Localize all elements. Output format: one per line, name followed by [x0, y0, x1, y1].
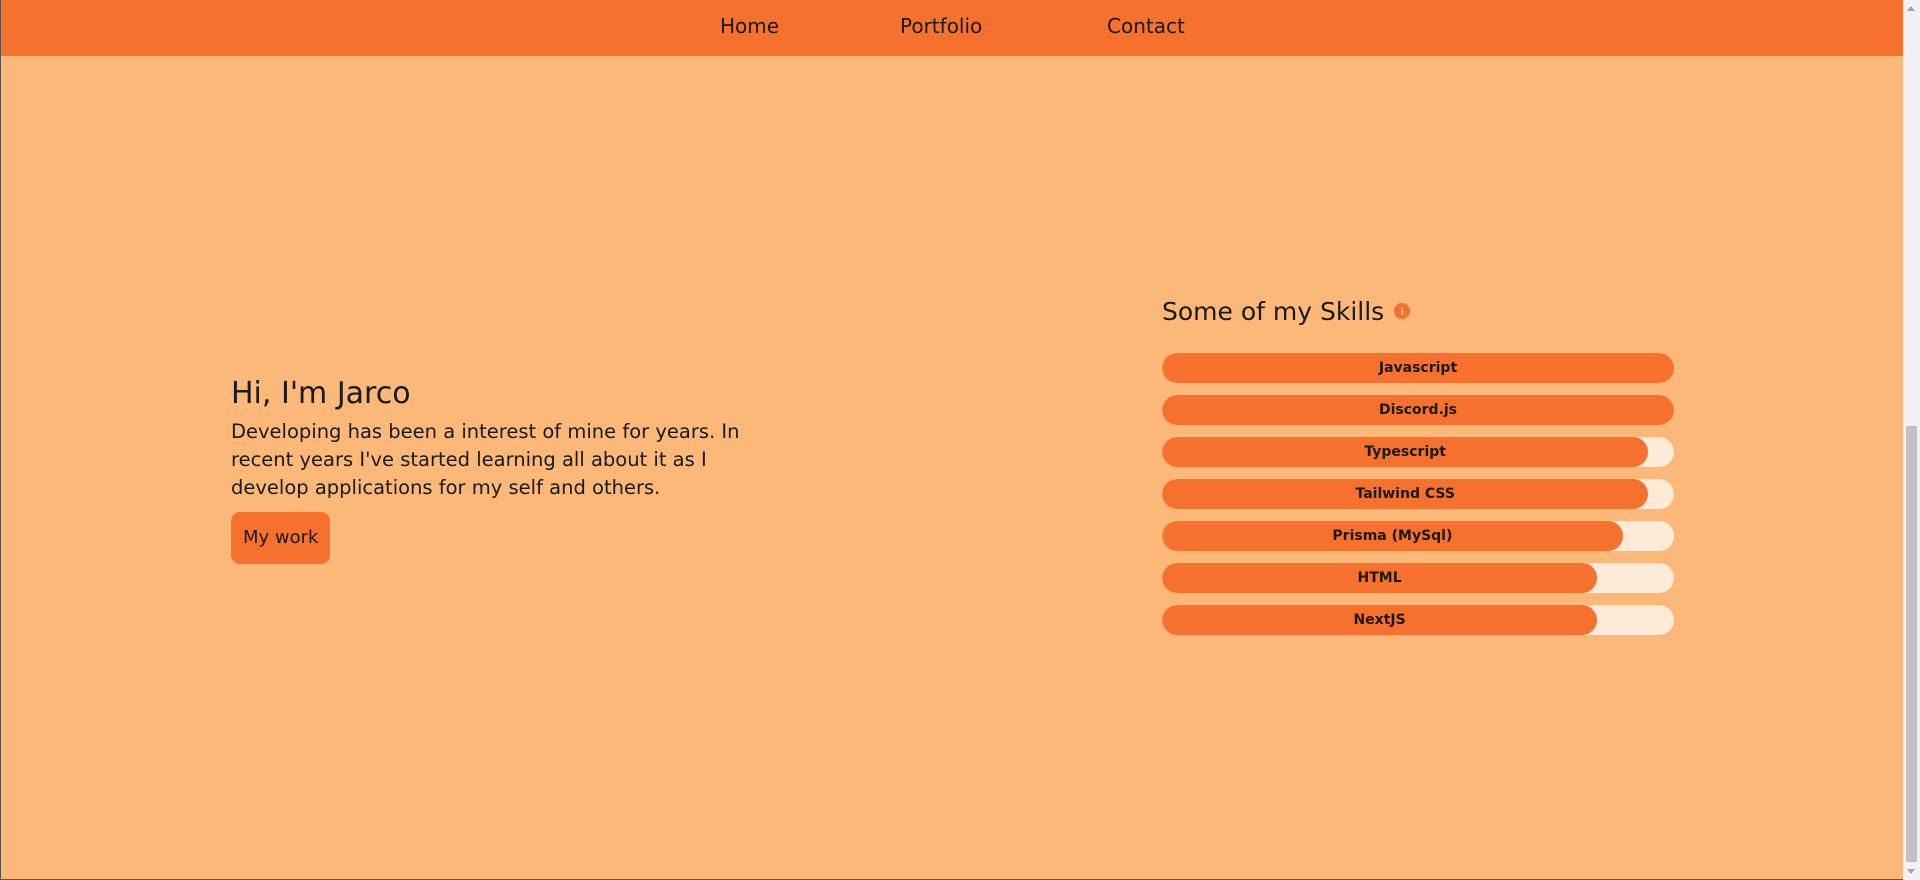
- nav-portfolio-link[interactable]: Portfolio: [900, 14, 982, 38]
- info-icon[interactable]: i: [1394, 303, 1411, 319]
- page: Home Portfolio Contact Hi, I'm Jarco Dev…: [0, 0, 1920, 880]
- skills-header: Some of my Skills i: [1162, 294, 1674, 328]
- hero-description: Developing has been a interest of mine f…: [231, 420, 740, 499]
- skill-bar: HTML: [1162, 563, 1674, 593]
- skill-label: Discord.js: [1378, 402, 1458, 418]
- nav-home-link[interactable]: Home: [720, 14, 779, 38]
- skill-label: Typescript: [1364, 444, 1446, 460]
- scrollbar-thumb[interactable]: [1906, 426, 1917, 862]
- top-navbar: Home Portfolio Contact: [1, 0, 1903, 56]
- hero-title: Hi, I'm Jarco: [231, 376, 411, 411]
- skill-bar-fill: Tailwind CSS: [1162, 479, 1649, 509]
- skill-bar-fill: Javascript: [1162, 353, 1674, 383]
- skill-bar: Prisma (MySql): [1162, 521, 1674, 551]
- skill-bar-fill: Typescript: [1162, 437, 1649, 467]
- skills-title: Some of my Skills: [1162, 296, 1385, 326]
- scroll-up-arrow-icon[interactable]: [1907, 6, 1915, 11]
- skill-bar-fill: Prisma (MySql): [1162, 521, 1623, 551]
- skill-bar: Tailwind CSS: [1162, 479, 1674, 509]
- nav-contact-link[interactable]: Contact: [1107, 14, 1185, 38]
- skill-label: HTML: [1357, 570, 1402, 586]
- my-work-button[interactable]: My work: [231, 512, 331, 564]
- skill-label: Javascript: [1378, 360, 1458, 376]
- skill-bar-fill: HTML: [1162, 563, 1598, 593]
- skill-label: NextJS: [1353, 612, 1406, 628]
- vertical-scrollbar[interactable]: [1903, 0, 1920, 880]
- skills-section: Some of my Skills i Javascript Discord.js…: [1162, 294, 1674, 647]
- skill-bar: NextJS: [1162, 605, 1674, 635]
- skill-bar-fill: Discord.js: [1162, 395, 1674, 425]
- skill-label: Tailwind CSS: [1355, 486, 1455, 502]
- scroll-down-arrow-icon[interactable]: [1907, 869, 1915, 874]
- hero-section: Hi, I'm Jarco Developing has been a inte…: [231, 374, 751, 564]
- skill-bar: Typescript: [1162, 437, 1674, 467]
- skill-bar-fill: NextJS: [1162, 605, 1598, 635]
- skill-label: Prisma (MySql): [1332, 528, 1453, 544]
- skill-bar: Javascript: [1162, 353, 1674, 383]
- skill-bar: Discord.js: [1162, 395, 1674, 425]
- skill-list: Javascript Discord.js Typescript Tailwind C…: [1162, 353, 1674, 635]
